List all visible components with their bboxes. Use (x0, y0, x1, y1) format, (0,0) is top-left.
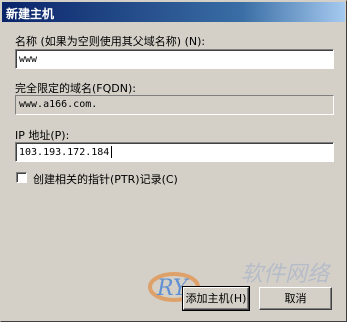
watermark-brand-text: 软件网络 (241, 262, 332, 287)
ip-field-box[interactable] (15, 142, 334, 162)
cancel-button[interactable]: 取消 (259, 287, 332, 310)
title-bar[interactable]: 新建主机 (2, 2, 345, 22)
fqdn-field: www.a166.com. (15, 95, 334, 115)
name-label: 名称 (如果为空则使用其父域名称) (N): (15, 35, 206, 48)
ptr-checkbox[interactable] (16, 172, 27, 183)
name-field-box[interactable] (15, 49, 334, 69)
new-host-dialog: 新建主机 名称 (如果为空则使用其父域名称) (N): 完全限定的域名(FQDN… (0, 0, 347, 322)
ptr-checkbox-label[interactable]: 创建相关的指针(PTR)记录(C) (33, 171, 178, 187)
dialog-title: 新建主机 (6, 7, 55, 21)
add-host-button[interactable]: 添加主机(H) (182, 286, 250, 311)
name-input[interactable] (19, 52, 330, 66)
ip-label: IP 地址(P): (15, 129, 70, 142)
text-cursor (111, 146, 112, 158)
ip-address-input[interactable] (19, 145, 330, 159)
fqdn-value: www.a166.com. (19, 99, 98, 110)
fqdn-label: 完全限定的域名(FQDN): (15, 82, 136, 95)
